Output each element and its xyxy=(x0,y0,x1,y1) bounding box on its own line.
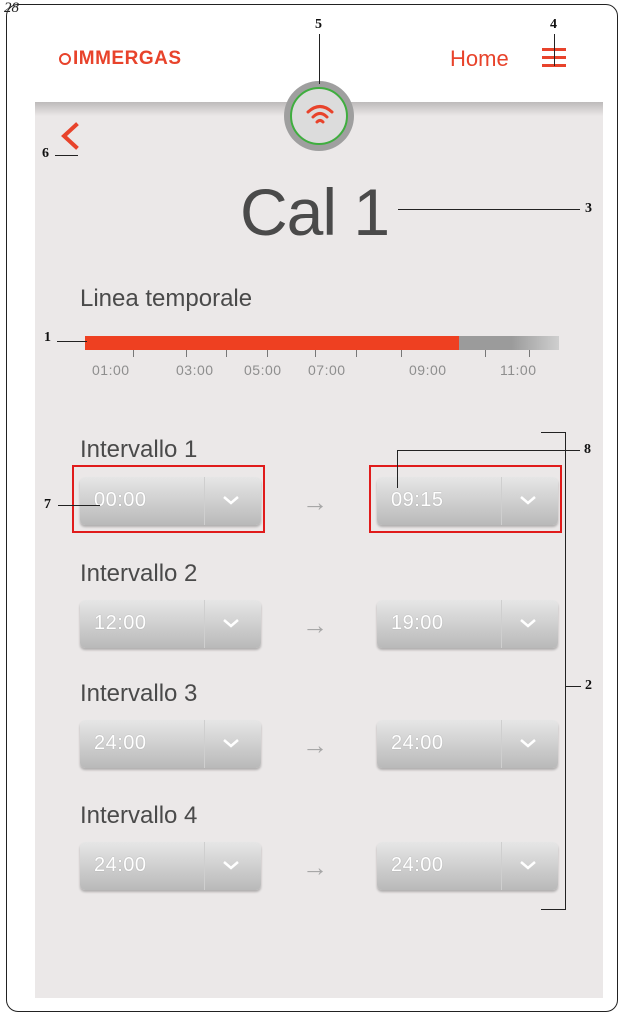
callout-number: 2 xyxy=(585,678,592,693)
timeline-tick xyxy=(267,350,268,357)
interval-label: Intervallo 1 xyxy=(80,436,198,463)
chevron-down-icon xyxy=(520,861,536,870)
timeline-tick xyxy=(485,350,486,357)
timeline-heading: Linea temporale xyxy=(80,285,253,312)
callout-leader xyxy=(319,34,320,84)
interval-4-end-select[interactable]: 24:00 xyxy=(377,842,558,890)
callout-leader xyxy=(397,450,580,451)
interval-3-end-select[interactable]: 24:00 xyxy=(377,720,558,768)
chevron-down-icon xyxy=(520,619,536,628)
timeline-tick xyxy=(226,350,227,357)
arrow-right-icon: → xyxy=(302,487,328,517)
timeline-tick-label: 09:00 xyxy=(409,362,447,378)
callout-leader xyxy=(57,341,87,342)
callout-number: 5 xyxy=(315,17,322,32)
timeline-tick xyxy=(315,350,316,357)
end-time-value: 24:00 xyxy=(391,854,444,876)
page-title: Cal 1 xyxy=(240,175,390,249)
start-time-value: 24:00 xyxy=(94,732,147,754)
home-link[interactable]: Home xyxy=(450,46,509,72)
connection-status-button[interactable] xyxy=(284,81,354,151)
callout-number: 3 xyxy=(585,201,592,216)
interval-2-start-select[interactable]: 12:00 xyxy=(80,600,261,648)
chevron-down-icon xyxy=(520,739,536,748)
timeline-tick-label: 11:00 xyxy=(500,362,537,378)
timeline-tick-label: 05:00 xyxy=(244,362,282,378)
interval-4-start-select[interactable]: 24:00 xyxy=(80,842,261,890)
immergas-logo: IMMERGAS xyxy=(59,48,182,70)
timeline-bar xyxy=(85,336,559,350)
page-number: 28 xyxy=(4,0,19,16)
end-time-value: 24:00 xyxy=(391,732,444,754)
interval-label: Intervallo 2 xyxy=(80,560,198,587)
wifi-icon xyxy=(306,105,334,124)
timeline-fill xyxy=(85,336,460,350)
start-time-value: 24:00 xyxy=(94,854,147,876)
logo-mark-icon xyxy=(59,53,71,65)
timeline-tick xyxy=(186,350,187,357)
timeline-tick-label: 03:00 xyxy=(176,362,214,378)
timeline-tick xyxy=(356,350,357,357)
timeline-tick xyxy=(529,350,530,357)
chevron-down-icon xyxy=(223,619,239,628)
start-time-highlight-box xyxy=(72,465,265,533)
callout-number: 4 xyxy=(550,17,557,32)
timeline-tick-label: 07:00 xyxy=(308,362,346,378)
timeline-tick-label: 01:00 xyxy=(92,362,130,378)
back-chevron-icon[interactable] xyxy=(58,121,82,151)
chevron-down-icon xyxy=(223,861,239,870)
interval-label: Intervallo 4 xyxy=(80,802,198,829)
callout-leader xyxy=(397,450,398,488)
connection-ring xyxy=(290,87,348,145)
callout-leader xyxy=(566,686,581,687)
intervals-bracket xyxy=(541,432,566,910)
arrow-right-icon: → xyxy=(302,730,328,760)
callout-leader xyxy=(55,155,78,156)
callout-leader xyxy=(554,34,555,66)
timeline-tick xyxy=(133,350,134,357)
start-time-value: 12:00 xyxy=(94,612,147,634)
chevron-down-icon xyxy=(223,739,239,748)
callout-number: 7 xyxy=(44,497,51,512)
interval-label: Intervallo 3 xyxy=(80,680,198,707)
logo-text: IMMERGAS xyxy=(73,48,182,69)
arrow-right-icon: → xyxy=(302,852,328,882)
callout-leader xyxy=(58,505,100,506)
interval-3-start-select[interactable]: 24:00 xyxy=(80,720,261,768)
callout-number: 1 xyxy=(44,330,51,345)
arrow-right-icon: → xyxy=(302,610,328,640)
callout-number: 8 xyxy=(584,442,591,457)
timeline-tick xyxy=(401,350,402,357)
interval-2-end-select[interactable]: 19:00 xyxy=(377,600,558,648)
callout-number: 6 xyxy=(42,146,49,161)
end-time-value: 19:00 xyxy=(391,612,444,634)
callout-leader xyxy=(398,209,580,210)
